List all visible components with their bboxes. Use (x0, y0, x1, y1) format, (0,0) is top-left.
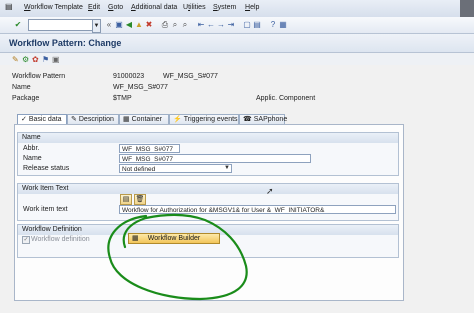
annotation-overlay (107, 213, 248, 301)
annotation-circle (107, 213, 248, 301)
